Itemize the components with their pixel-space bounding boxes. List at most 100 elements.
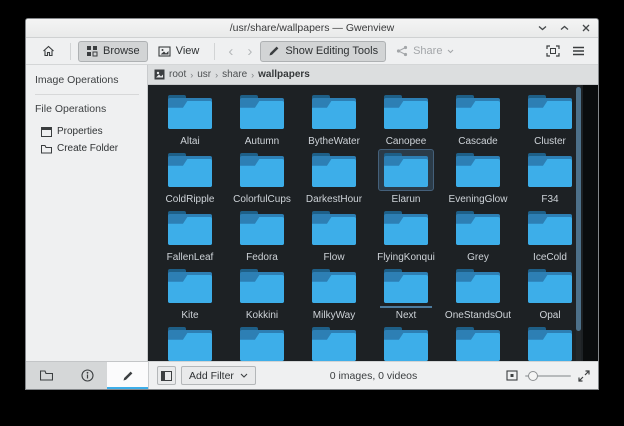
tab-operations[interactable]: [107, 362, 148, 389]
folder-item[interactable]: Next: [370, 265, 442, 323]
folder-iconbox[interactable]: [162, 207, 218, 249]
folder-item[interactable]: EveningGlow: [442, 149, 514, 207]
back-icon[interactable]: ‹: [222, 44, 239, 59]
folder-item[interactable]: Kokkini: [226, 265, 298, 323]
folder-label: OneStandsOut: [445, 310, 511, 321]
folder-item[interactable]: FallenLeaf: [154, 207, 226, 265]
folder-iconbox[interactable]: [450, 149, 506, 191]
folder-iconbox[interactable]: [522, 265, 578, 307]
sidebar-section-image-operations: Image Operations: [35, 74, 147, 86]
folder-iconbox[interactable]: [234, 149, 290, 191]
breadcrumb-segment[interactable]: usr: [197, 69, 211, 80]
breadcrumb-segment[interactable]: share: [222, 69, 247, 80]
folder-iconbox[interactable]: [306, 149, 362, 191]
folder-iconbox[interactable]: [522, 207, 578, 249]
folder-item[interactable]: ColorfulCups: [226, 149, 298, 207]
folder-item[interactable]: Autumn: [226, 91, 298, 149]
tab-information[interactable]: [67, 362, 108, 389]
thumbnail-view[interactable]: AltaiAutumnBytheWaterCanopeeCascadeClust…: [148, 85, 598, 361]
folder-item[interactable]: MilkyWay: [298, 265, 370, 323]
folder-iconbox[interactable]: [162, 149, 218, 191]
folder-label: Flow: [323, 252, 344, 263]
folder-item[interactable]: Altai: [154, 91, 226, 149]
view-button[interactable]: View: [150, 41, 208, 62]
share-button[interactable]: Share: [388, 41, 462, 62]
folder-item[interactable]: Fedora: [226, 207, 298, 265]
folder-icon: [456, 269, 500, 303]
folder-iconbox[interactable]: [306, 265, 362, 307]
folder-item-partial[interactable]: [442, 323, 514, 361]
folder-iconbox[interactable]: [450, 207, 506, 249]
panel-toggle-icon: [161, 371, 172, 381]
forward-icon[interactable]: ›: [241, 44, 258, 59]
folder-item[interactable]: FlyingKonqui: [370, 207, 442, 265]
folder-iconbox[interactable]: [450, 265, 506, 307]
folder-icon: [528, 153, 572, 187]
folder-iconbox[interactable]: [234, 207, 290, 249]
folder-icon: [168, 211, 212, 245]
folder-item[interactable]: Kite: [154, 265, 226, 323]
folder-iconbox[interactable]: [234, 265, 290, 307]
folder-iconbox[interactable]: [234, 91, 290, 133]
minimize-icon[interactable]: [536, 22, 548, 34]
folder-iconbox[interactable]: [162, 323, 218, 361]
folder-item-partial[interactable]: [370, 323, 442, 361]
folder-iconbox[interactable]: [306, 207, 362, 249]
folder-icon: [528, 211, 572, 245]
folder-iconbox[interactable]: [378, 91, 434, 133]
folder-item[interactable]: Cascade: [442, 91, 514, 149]
folder-icon: [456, 153, 500, 187]
zoom-fit-icon[interactable]: [506, 370, 518, 381]
folder-iconbox[interactable]: [306, 323, 362, 361]
folder-iconbox[interactable]: [162, 265, 218, 307]
breadcrumb-segment[interactable]: root: [169, 69, 186, 80]
hamburger-menu-button[interactable]: [567, 41, 590, 62]
folder-iconbox[interactable]: [378, 207, 434, 249]
folder-iconbox[interactable]: [378, 265, 434, 307]
folder-iconbox[interactable]: [522, 149, 578, 191]
zoom-actual-size-icon[interactable]: [578, 370, 590, 382]
folder-item[interactable]: OneStandsOut: [442, 265, 514, 323]
titlebar[interactable]: /usr/share/wallpapers — Gwenview: [26, 19, 598, 38]
fullscreen-button[interactable]: [541, 41, 565, 62]
folder-iconbox[interactable]: [450, 323, 506, 361]
folder-icon: [384, 153, 428, 187]
browse-label: Browse: [103, 45, 140, 57]
folder-item[interactable]: ColdRipple: [154, 149, 226, 207]
home-button[interactable]: [34, 41, 63, 62]
sidebar-item-properties[interactable]: Properties: [35, 123, 147, 140]
folder-iconbox[interactable]: [522, 323, 578, 361]
folder-iconbox[interactable]: [306, 91, 362, 133]
close-icon[interactable]: [580, 22, 592, 34]
folder-iconbox[interactable]: [522, 91, 578, 133]
folder-item-partial[interactable]: [226, 323, 298, 361]
scrollbar-track[interactable]: [576, 85, 581, 361]
toolbar-separator: [70, 43, 71, 60]
folder-item-partial[interactable]: [154, 323, 226, 361]
folder-item[interactable]: DarkestHour: [298, 149, 370, 207]
browse-button[interactable]: Browse: [78, 41, 148, 62]
folder-iconbox[interactable]: [162, 91, 218, 133]
sidebar: Image Operations File Operations Propert…: [26, 65, 148, 361]
folder-iconbox[interactable]: [450, 91, 506, 133]
maximize-icon[interactable]: [558, 22, 570, 34]
scrollbar-thumb[interactable]: [576, 87, 581, 331]
show-editing-tools-button[interactable]: Show Editing Tools: [260, 41, 386, 62]
breadcrumb-segment[interactable]: wallpapers: [258, 69, 310, 80]
sidebar-item-create-folder[interactable]: Create Folder: [35, 140, 147, 157]
folder-item[interactable]: Grey: [442, 207, 514, 265]
folder-item[interactable]: Flow: [298, 207, 370, 265]
add-filter-button[interactable]: Add Filter: [181, 366, 256, 385]
folder-iconbox[interactable]: [378, 323, 434, 361]
zoom-slider[interactable]: [525, 370, 571, 382]
tab-folders[interactable]: [26, 362, 67, 389]
folder-iconbox[interactable]: [378, 149, 434, 191]
zoom-slider-handle[interactable]: [528, 371, 538, 381]
folder-label: Opal: [539, 310, 560, 321]
folder-item[interactable]: BytheWater: [298, 91, 370, 149]
folder-item[interactable]: Elarun: [370, 149, 442, 207]
folder-item-partial[interactable]: [298, 323, 370, 361]
toggle-sidebar-button[interactable]: [157, 366, 176, 385]
folder-item[interactable]: Canopee: [370, 91, 442, 149]
folder-iconbox[interactable]: [234, 323, 290, 361]
